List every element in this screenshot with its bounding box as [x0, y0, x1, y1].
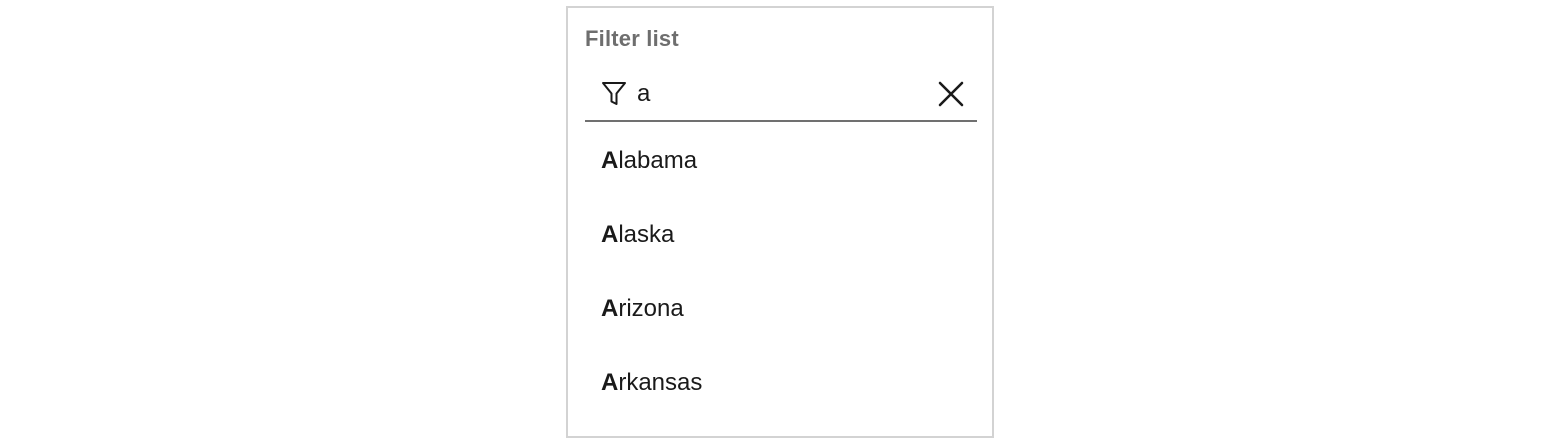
- filter-search-row: [585, 70, 977, 122]
- list-item-alabama[interactable]: Alabama: [585, 124, 977, 198]
- filter-list-panel: Filter list Alabama Alaska Arizona Arkan…: [566, 6, 994, 438]
- match-highlight: A: [601, 221, 619, 248]
- list-item-alaska[interactable]: Alaska: [585, 198, 977, 272]
- clear-filter-button[interactable]: [935, 78, 967, 110]
- match-highlight: A: [601, 369, 619, 396]
- match-highlight: A: [601, 147, 619, 174]
- filter-icon: [601, 80, 627, 108]
- list-item-arkansas[interactable]: Arkansas: [585, 346, 977, 420]
- close-icon: [938, 81, 964, 107]
- list-item-text: rkansas: [618, 369, 703, 396]
- match-highlight: A: [601, 295, 619, 322]
- filter-input[interactable]: [637, 76, 927, 112]
- filter-list-label: Filter list: [585, 26, 679, 51]
- list-item-text: labama: [618, 147, 698, 174]
- list-item-arizona[interactable]: Arizona: [585, 272, 977, 346]
- list-item-text: laska: [618, 221, 675, 248]
- list-item-text: rizona: [618, 295, 684, 322]
- filtered-results-list: Alabama Alaska Arizona Arkansas: [585, 124, 977, 420]
